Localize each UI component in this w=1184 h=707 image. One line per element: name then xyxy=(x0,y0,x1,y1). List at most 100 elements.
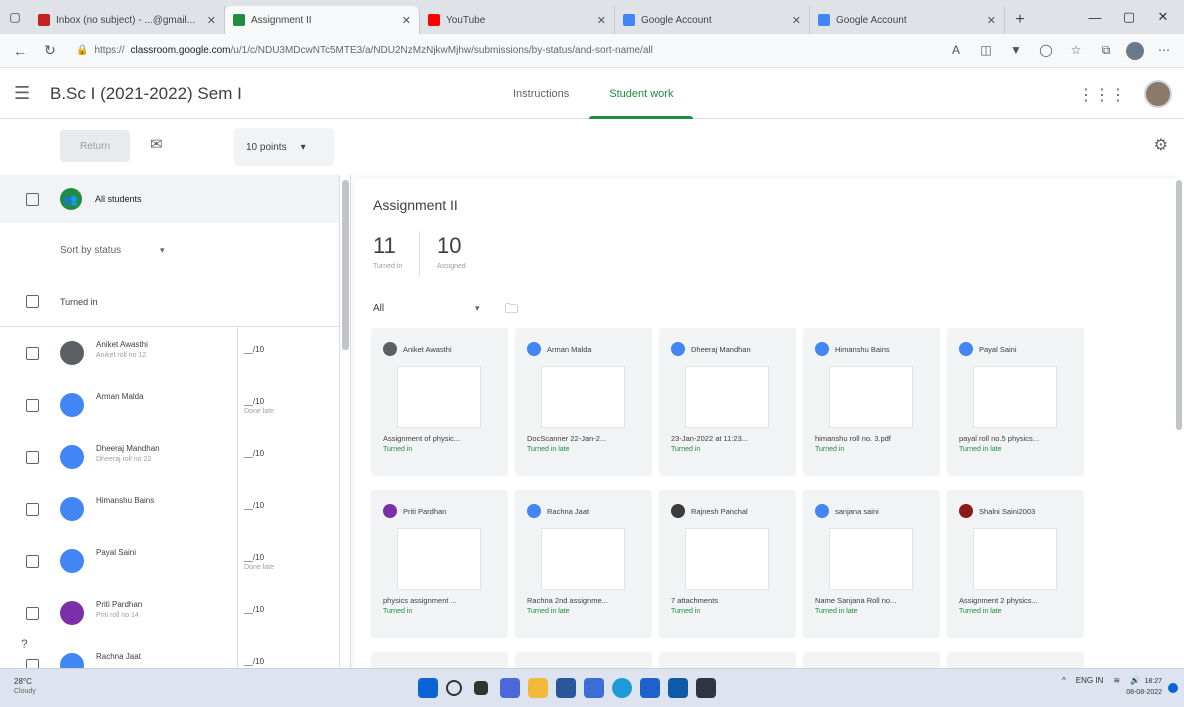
window-menu-icon[interactable]: ▢ xyxy=(0,0,30,34)
more-icon[interactable]: ⋯ xyxy=(1154,43,1174,59)
student-row[interactable]: Dheeraj Mandhan Dheeraj roll no 22 __/10 xyxy=(0,431,339,483)
submission-card[interactable]: Aniket Awasthi Assignment of physic... T… xyxy=(371,328,508,476)
sort-dropdown[interactable]: Sort by status ▾ xyxy=(0,223,339,277)
return-button[interactable]: Return xyxy=(60,130,130,162)
filter-select[interactable]: All xyxy=(373,303,384,314)
filter-extension-icon[interactable]: ▼ xyxy=(1006,43,1026,59)
url-field[interactable]: 🔒 https:// classroom.google.com/u/1/c/NDU… xyxy=(70,39,936,63)
attachment-thumbnail[interactable] xyxy=(829,366,913,428)
chevron-up-icon[interactable]: ^ xyxy=(1062,676,1066,685)
grade-field[interactable]: __/10 xyxy=(244,449,264,459)
checkbox[interactable] xyxy=(26,450,39,464)
checkbox[interactable] xyxy=(26,346,39,360)
attachment-thumbnail[interactable] xyxy=(973,528,1057,590)
grade-field[interactable]: __/10 xyxy=(244,501,264,511)
favorites-icon[interactable]: ☆ xyxy=(1066,43,1086,59)
attachment-thumbnail[interactable] xyxy=(685,366,769,428)
checkbox[interactable] xyxy=(26,658,39,668)
checkbox[interactable] xyxy=(26,295,39,308)
submission-card[interactable]: Dheeraj Mandhan 23-Jan-2022 at 11:23... … xyxy=(659,328,796,476)
submission-card-partial[interactable] xyxy=(803,652,940,668)
attachment-thumbnail[interactable] xyxy=(973,366,1057,428)
grade-field[interactable]: __/10 xyxy=(244,605,264,615)
submission-card-partial[interactable] xyxy=(371,652,508,668)
checkbox[interactable] xyxy=(26,398,39,412)
refresh-icon[interactable]: ↻ xyxy=(40,42,60,59)
edge-icon[interactable] xyxy=(612,678,632,698)
submission-card[interactable]: Shalni Saini2003 Assignment 2 physics...… xyxy=(947,490,1084,638)
student-row[interactable]: Payal Saini __/10 Done late xyxy=(0,535,339,587)
submission-card[interactable]: Priti Pardhan physics assignment ... Tur… xyxy=(371,490,508,638)
grade-field[interactable]: __/10 Done late xyxy=(244,553,274,573)
browser-tab[interactable]: YouTube ✕ xyxy=(420,6,615,34)
new-tab-button[interactable]: + xyxy=(1005,6,1035,34)
student-row[interactable]: Arman Malda __/10 Done late xyxy=(0,379,339,431)
submission-card[interactable]: Rachna Jaat Rachna 2nd assignme... Turne… xyxy=(515,490,652,638)
submission-card[interactable]: Himanshu Bains himanshu roll no. 3.pdf T… xyxy=(803,328,940,476)
browser-tab[interactable]: Inbox (no subject) - ...@gmail... ✕ xyxy=(30,6,225,34)
checkbox[interactable] xyxy=(26,606,39,620)
search-icon[interactable] xyxy=(446,680,462,696)
attachment-thumbnail[interactable] xyxy=(397,366,481,428)
email-icon[interactable]: ✉ xyxy=(150,135,163,153)
checkbox[interactable] xyxy=(26,554,39,568)
close-tab-icon[interactable]: ✕ xyxy=(987,14,996,27)
browser-tab[interactable]: Google Account ✕ xyxy=(615,6,810,34)
student-row[interactable]: Priti Pardhan Priti roll no 14 __/10 xyxy=(0,587,339,639)
browser-icon[interactable] xyxy=(640,678,660,698)
extension-icon[interactable]: ◫ xyxy=(976,43,996,59)
attachment-thumbnail[interactable] xyxy=(397,528,481,590)
file-explorer-icon[interactable] xyxy=(528,678,548,698)
minimize-icon[interactable]: — xyxy=(1078,0,1112,34)
chat-icon[interactable] xyxy=(500,678,520,698)
attachment-thumbnail[interactable] xyxy=(829,528,913,590)
language-indicator[interactable]: ENG IN xyxy=(1076,676,1104,685)
submission-card-partial[interactable] xyxy=(659,652,796,668)
submission-card-partial[interactable] xyxy=(947,652,1084,668)
checkbox[interactable] xyxy=(26,502,39,516)
close-window-icon[interactable]: ✕ xyxy=(1146,0,1180,34)
folder-icon[interactable]: 🗀 xyxy=(505,300,518,322)
hamburger-menu-icon[interactable]: ☰ xyxy=(14,83,50,104)
apps-grid-icon[interactable]: ⋮⋮⋮ xyxy=(1078,85,1126,105)
submission-card[interactable]: Rajnesh Panchal 7 attachments Turned in xyxy=(659,490,796,638)
attachment-thumbnail[interactable] xyxy=(541,528,625,590)
attachment-thumbnail[interactable] xyxy=(685,528,769,590)
collections-icon[interactable]: ⧉ xyxy=(1096,43,1116,59)
close-tab-icon[interactable]: ✕ xyxy=(792,14,801,27)
browser-tab[interactable]: Google Account ✕ xyxy=(810,6,1005,34)
submission-card[interactable]: Arman Malda DocScanner 22-Jan-2... Turne… xyxy=(515,328,652,476)
task-view-icon[interactable] xyxy=(474,681,488,695)
tab-student-work[interactable]: Student work xyxy=(589,69,694,119)
photos-icon[interactable] xyxy=(668,678,688,698)
tab-instructions[interactable]: Instructions xyxy=(493,69,589,119)
help-icon[interactable]: ? xyxy=(21,637,28,651)
grade-field[interactable]: __/10 xyxy=(244,657,264,667)
close-tab-icon[interactable]: ✕ xyxy=(597,14,606,27)
main-scrollbar[interactable] xyxy=(1176,180,1182,430)
points-select[interactable]: 10 points ▾ xyxy=(234,128,334,166)
checkbox[interactable] xyxy=(26,192,39,206)
close-tab-icon[interactable]: ✕ xyxy=(402,14,411,27)
wifi-icon[interactable]: ≋ xyxy=(1113,676,1120,685)
start-icon[interactable] xyxy=(418,678,438,698)
browser-profile-avatar[interactable] xyxy=(1126,41,1144,60)
app-icon[interactable] xyxy=(556,678,576,698)
student-row[interactable]: Rachna Jaat __/10 xyxy=(0,639,339,668)
class-title[interactable]: B.Sc I (2021-2022) Sem I xyxy=(50,84,242,104)
weather-widget[interactable]: 28°C Cloudy xyxy=(14,677,36,697)
read-aloud-icon[interactable]: A xyxy=(946,43,966,59)
app-icon[interactable] xyxy=(696,678,716,698)
submission-card-partial[interactable] xyxy=(515,652,652,668)
grade-field[interactable]: __/10 xyxy=(244,345,264,355)
account-avatar[interactable] xyxy=(1144,80,1172,108)
submission-card[interactable]: sanjana saini Name Sanjana Roll no... Tu… xyxy=(803,490,940,638)
student-row[interactable]: Himanshu Bains __/10 xyxy=(0,483,339,535)
clock[interactable]: 18:27 08-08-2022 xyxy=(1126,676,1162,698)
shield-extension-icon[interactable]: ◯ xyxy=(1036,43,1056,59)
chevron-down-icon[interactable]: ▾ xyxy=(475,303,480,314)
browser-tab[interactable]: Assignment II ✕ xyxy=(225,6,420,34)
grade-field[interactable]: __/10 Done late xyxy=(244,397,274,417)
back-icon[interactable]: ← xyxy=(10,43,30,59)
student-row[interactable]: Aniket Awasthi Aniket roll no 12 __/10 xyxy=(0,327,339,379)
